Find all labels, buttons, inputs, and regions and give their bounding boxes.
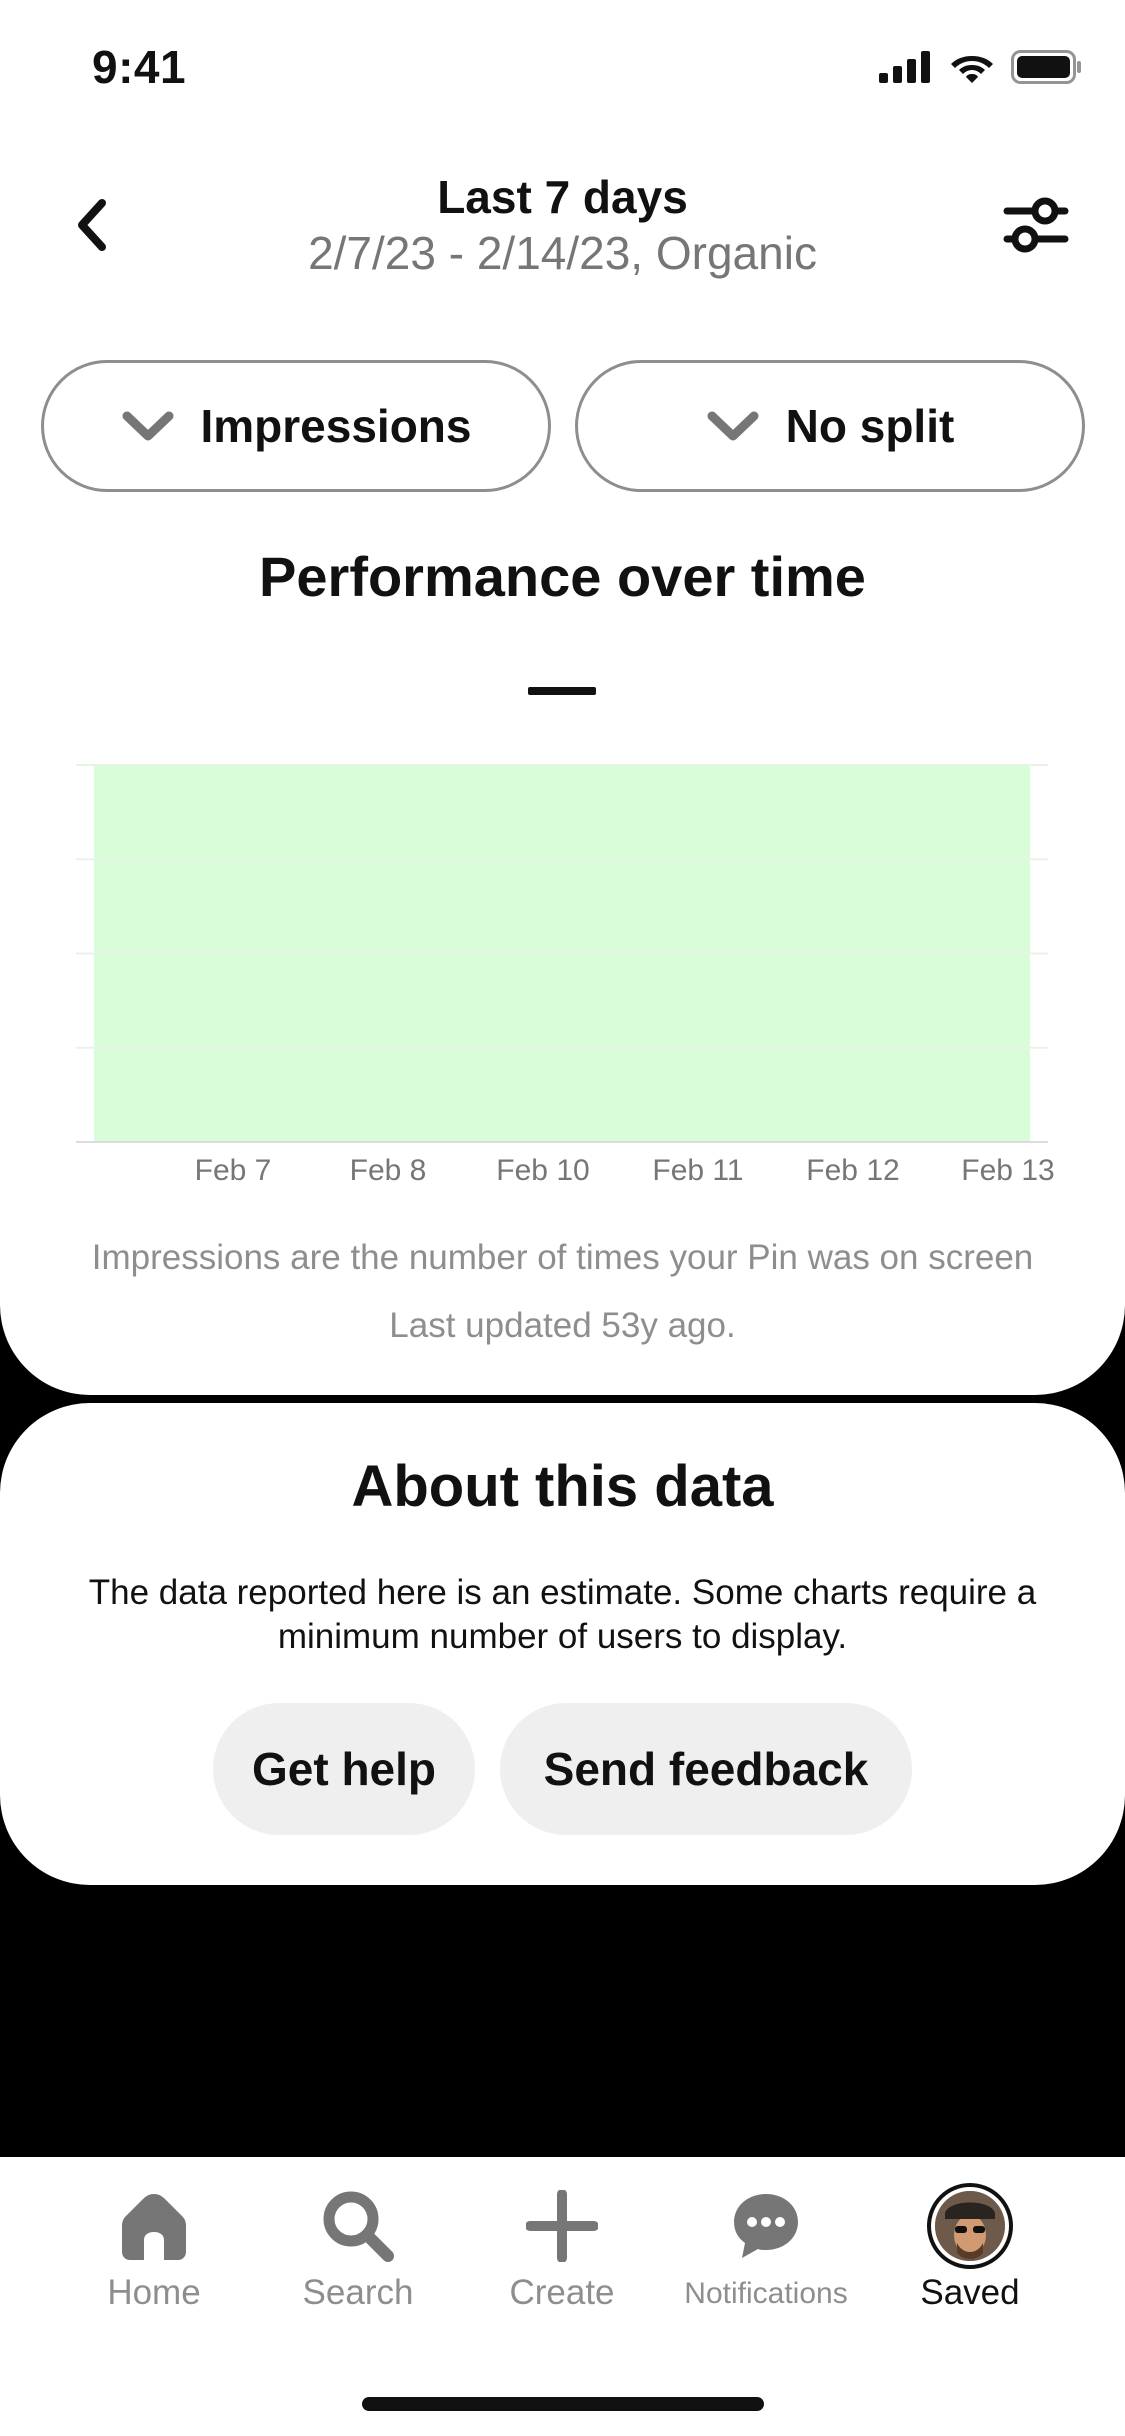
search-icon	[323, 2191, 394, 2262]
battery-icon	[1011, 50, 1081, 84]
about-card: About this data The data reported here i…	[0, 1403, 1125, 1885]
metric-dropdown[interactable]: Impressions	[41, 360, 551, 492]
chevron-down-icon	[122, 411, 173, 441]
tab-home-label: Home	[107, 2273, 201, 2312]
tab-notifications[interactable]: Notifications	[666, 2183, 866, 2323]
split-dropdown-label: No split	[785, 400, 955, 452]
chevron-down-icon	[707, 411, 759, 441]
about-title: About this data	[351, 1454, 774, 1519]
bottom-tab-bar: Home Search Create Notifications Saved	[0, 2157, 1125, 2436]
analytics-card: 9:41 Last 7 days 2/7/23 - 2/14/23, Organ…	[0, 0, 1125, 1395]
section-title: Performance over time	[259, 545, 866, 608]
x-tick-label: Feb 7	[195, 1154, 272, 1187]
status-time: 9:41	[92, 41, 187, 93]
tab-search[interactable]: Search	[258, 2183, 458, 2323]
avatar	[927, 2183, 1013, 2269]
profile-photo	[935, 2191, 1005, 2261]
tab-create[interactable]: Create	[462, 2183, 662, 2323]
status-icons	[879, 50, 1083, 84]
x-tick-label: Feb 10	[496, 1154, 589, 1187]
performance-chart: Feb 7 Feb 8 Feb 10 Feb 11 Feb 12 Feb 13	[76, 764, 1055, 1187]
filter-button[interactable]	[999, 190, 1073, 260]
date-range-subtitle: 2/7/23 - 2/14/23, Organic	[308, 227, 817, 279]
metric-footnote: Impressions are the number of times your…	[91, 1238, 1034, 1277]
x-tick-label: Feb 8	[350, 1154, 427, 1187]
status-bar: 9:41	[0, 0, 1125, 140]
tab-home[interactable]: Home	[54, 2183, 254, 2323]
header: Last 7 days 2/7/23 - 2/14/23, Organic	[0, 160, 1125, 290]
get-help-button[interactable]: Get help	[213, 1703, 475, 1835]
tab-notifications-label: Notifications	[684, 2277, 848, 2310]
send-feedback-button[interactable]: Send feedback	[500, 1703, 912, 1835]
metric-dropdown-label: Impressions	[200, 400, 472, 452]
last-updated-text: Last updated 53y ago.	[389, 1306, 736, 1345]
about-text: The data reported here is an estimate. S…	[88, 1573, 1037, 1656]
x-tick-label: Feb 12	[806, 1154, 899, 1187]
x-tick-label: Feb 11	[652, 1154, 743, 1187]
tab-create-label: Create	[509, 2273, 615, 2312]
chat-bubble-icon	[734, 2194, 798, 2258]
wifi-icon	[951, 56, 993, 83]
home-indicator	[362, 2397, 764, 2411]
date-range-title: Last 7 days	[437, 171, 688, 223]
split-dropdown[interactable]: No split	[575, 360, 1085, 492]
tab-saved[interactable]: Saved	[870, 2183, 1070, 2323]
tab-saved-label: Saved	[920, 2273, 1020, 2312]
tab-search-label: Search	[302, 2273, 414, 2312]
cellular-signal-icon	[879, 51, 930, 83]
sliders-icon	[1003, 197, 1069, 253]
metric-value-placeholder	[528, 687, 596, 695]
x-tick-label: Feb 13	[961, 1154, 1054, 1187]
plus-icon	[526, 2190, 598, 2262]
home-icon	[122, 2194, 186, 2260]
